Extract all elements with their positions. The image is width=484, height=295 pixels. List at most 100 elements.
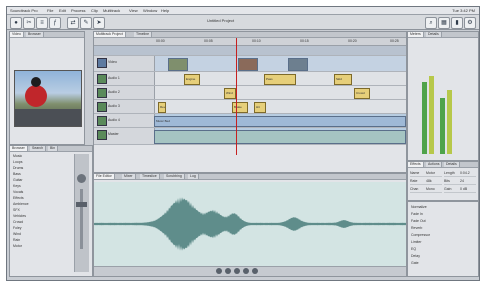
track-lane[interactable] [154, 56, 406, 71]
tab-multitrack[interactable]: Multitrack Project [94, 32, 126, 37]
menu-app[interactable]: Soundtrack Pro [10, 7, 38, 14]
record-icon: ● [14, 20, 18, 26]
loop-icon[interactable] [252, 268, 258, 274]
tab-effects[interactable]: Effects [408, 162, 424, 167]
track-lane[interactable]: Rev Brake Hit [154, 100, 406, 113]
tab-video[interactable]: Video [10, 32, 24, 37]
menu-file[interactable]: File [47, 7, 53, 14]
forward-icon[interactable] [243, 268, 249, 274]
tab-mixer[interactable]: Mixer [122, 174, 136, 179]
audio-clip[interactable]: Skid [334, 74, 352, 85]
stop-icon[interactable] [234, 268, 240, 274]
rewind-icon[interactable] [216, 268, 222, 274]
tab-bin-search[interactable]: Search [30, 146, 47, 151]
play-icon[interactable] [225, 268, 231, 274]
playhead[interactable] [236, 38, 237, 155]
video-thumbnail[interactable] [238, 58, 258, 71]
tab-file-editor[interactable]: File Editor [94, 174, 115, 179]
fx-button[interactable]: ƒ [49, 17, 61, 29]
send-button[interactable]: ➤ [93, 17, 105, 29]
route-button[interactable]: ⇄ [67, 17, 79, 29]
tab-details-lower[interactable]: Details [444, 162, 460, 167]
ruler-tick: 00:20 [348, 39, 357, 43]
list-item[interactable]: Gate [411, 260, 419, 266]
audio-clip[interactable]: Pass [264, 74, 296, 85]
route-icon: ⇄ [70, 20, 76, 26]
timeline-panel: Multitrack Project Timeline 00:00 00:05 … [93, 31, 407, 173]
detail-value[interactable]: 48k [426, 178, 442, 185]
video-thumbnail[interactable] [168, 58, 188, 71]
audio-clip[interactable]: Crowd [354, 88, 370, 99]
track-lane[interactable]: Engine Pass Skid [154, 72, 406, 85]
list-item[interactable]: Fade Out [411, 218, 426, 224]
clip-label: Pass [266, 77, 273, 81]
track-lane[interactable] [154, 128, 406, 144]
ruler-tick: 00:15 [300, 39, 309, 43]
meter-button[interactable]: ▮ [451, 17, 463, 29]
menu-clip[interactable]: Clip [91, 7, 98, 14]
list-item[interactable]: Compressor [411, 232, 430, 238]
tab-bin-bin[interactable]: Bin [48, 146, 59, 151]
tool-button[interactable]: ✎ [80, 17, 92, 29]
clip-label: Wind [226, 91, 233, 95]
details-panel: Effects Actions Details Name Motor Lengt… [407, 161, 479, 201]
menu-multitrack[interactable]: Multitrack [103, 7, 120, 14]
video-preview[interactable] [14, 70, 82, 127]
tab-bin-browser[interactable]: Browser [10, 146, 28, 151]
tab-scrubbing[interactable]: Scrubbing [164, 174, 185, 179]
time-ruler[interactable]: 00:00 00:05 00:10 00:15 00:20 00:25 [94, 38, 406, 46]
detail-value[interactable]: 0:04.2 [460, 170, 476, 177]
tab-actions[interactable]: Actions [426, 162, 443, 167]
clip-label: Skid [336, 77, 342, 81]
detail-value[interactable]: Mono [426, 186, 442, 193]
track-header: Audio 2 [94, 86, 155, 99]
clip-label: Rev [160, 105, 165, 109]
video-thumbnail[interactable] [288, 58, 308, 71]
record-button[interactable]: ● [10, 17, 22, 29]
list-item[interactable]: EQ [411, 246, 416, 252]
audio-clip[interactable]: Music Bed [154, 116, 406, 127]
detail-value[interactable]: 0 dB [460, 186, 476, 193]
detail-value[interactable]: 24 [460, 178, 476, 185]
tab-timeline[interactable]: Timeline [134, 32, 153, 37]
layout-button[interactable]: ▦ [438, 17, 450, 29]
audio-clip[interactable]: Wind [224, 88, 236, 99]
list-item[interactable]: Delay [411, 253, 420, 259]
pan-knob[interactable] [77, 174, 86, 183]
audio-clip[interactable]: Brake [232, 102, 248, 113]
audio-clip[interactable]: Rev [158, 102, 166, 113]
menu-window[interactable]: Window [143, 7, 157, 14]
cut-button[interactable]: ✂ [23, 17, 35, 29]
master-envelope[interactable] [154, 130, 406, 144]
track-lane[interactable]: Wind Crowd [154, 86, 406, 99]
search-icon: ⌕ [429, 20, 433, 26]
tab-log[interactable]: Log [188, 174, 199, 179]
menu-process[interactable]: Process [71, 7, 85, 14]
list-item[interactable]: Motor [13, 243, 22, 249]
menu-view[interactable]: View [129, 7, 138, 14]
fx-icon: ƒ [53, 20, 57, 26]
audio-clip[interactable]: Engine [184, 74, 200, 85]
menu-help[interactable]: Help [161, 7, 169, 14]
overview-strip[interactable] [94, 46, 406, 56]
list-item[interactable]: Reverb [411, 225, 422, 231]
layout-icon: ▦ [441, 20, 447, 26]
tab-timeslice[interactable]: Timeslice [140, 174, 160, 179]
volume-fader-handle[interactable] [76, 202, 87, 207]
menu-edit[interactable]: Edit [59, 7, 66, 14]
track-lane[interactable]: Music Bed [154, 114, 406, 127]
audio-clip[interactable]: Hit [254, 102, 266, 113]
tab-browser[interactable]: Browser [26, 32, 44, 37]
toolbar: ● ✂ ≡ ƒ ⇄ ✎ ➤ Untitled Project ⌕ ▦ ▮ ⚙ [7, 15, 479, 30]
list-item[interactable]: Fade In [411, 211, 423, 217]
tab-details[interactable]: Details [426, 32, 442, 37]
mix-button[interactable]: ≡ [36, 17, 48, 29]
tab-meters[interactable]: Meters [408, 32, 424, 37]
waveform-view[interactable] [94, 182, 406, 267]
detail-value[interactable]: Motor [426, 170, 442, 177]
list-item[interactable]: Limiter [411, 239, 422, 245]
find-button[interactable]: ⌕ [425, 17, 437, 29]
clip-label: Hit [256, 105, 260, 109]
settings-button[interactable]: ⚙ [464, 17, 476, 29]
list-item[interactable]: Normalize [411, 204, 427, 210]
